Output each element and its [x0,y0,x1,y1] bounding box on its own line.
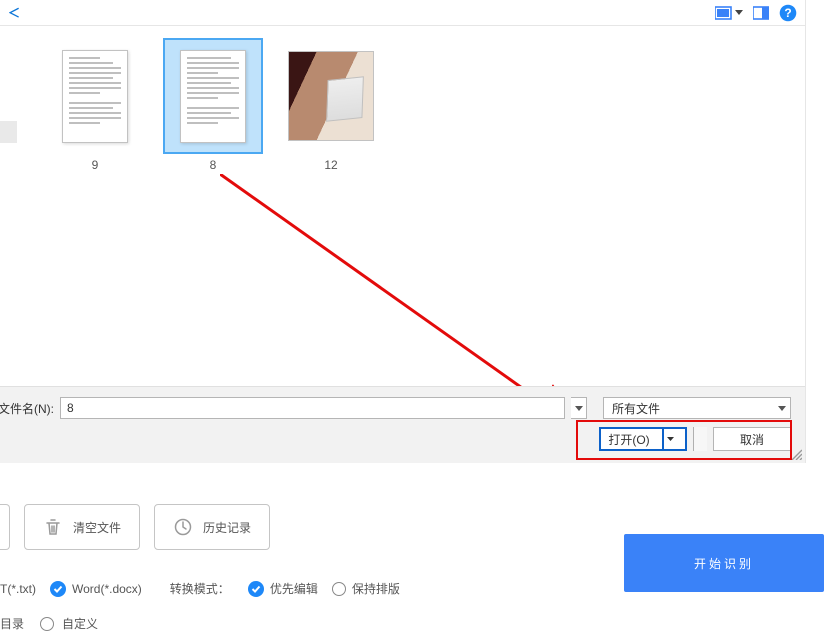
file-open-dialog: ＜ ? [0,0,806,463]
document-icon [180,50,246,143]
keep-layout-radio[interactable]: 保持排版 [332,580,400,597]
txt-option-label: T(*.txt) [0,582,36,596]
filetype-select[interactable]: 所有文件 [603,397,791,419]
file-thumbnail-selected[interactable]: 8 [165,40,261,172]
document-icon [62,50,128,143]
radio-icon [40,617,54,631]
clear-files-label: 清空文件 [73,519,121,536]
check-icon [248,581,264,597]
resize-grip-icon[interactable] [790,448,802,460]
history-button[interactable]: 历史记录 [154,504,270,550]
keep-layout-label: 保持排版 [352,580,400,597]
check-icon [50,581,66,597]
clear-files-button[interactable]: 清空文件 [24,504,140,550]
trash-icon [43,517,63,537]
file-thumbnail[interactable]: 12 [283,40,379,172]
thumbnail-area: 9 8 12 [17,26,805,386]
open-button-label: 打开(O) [608,431,649,448]
thumbnail-label: 9 [47,158,143,172]
nav-pane-stub [0,121,17,143]
filename-dropdown-icon[interactable] [571,397,587,419]
app-panel: 清空文件 历史记录 T(*.txt) Word(*.docx) 转换模式： 优先… [0,482,834,632]
panel-edge [0,504,10,550]
word-checkbox[interactable]: Word(*.docx) [50,581,142,597]
radio-icon [332,582,346,596]
dialog-toolbar: ＜ ? [0,0,805,26]
preview-pane-icon[interactable] [753,6,769,20]
directory-label: 目录 [0,615,24,632]
open-split-dropdown[interactable] [662,429,678,449]
thumbnail-label: 12 [283,158,379,172]
filetype-value: 所有文件 [612,400,660,417]
prefer-edit-label: 优先编辑 [270,580,318,597]
cancel-button-label: 取消 [740,431,764,448]
clock-icon [173,517,193,537]
start-recognition-button[interactable]: 开始识别 [624,534,824,592]
custom-radio[interactable]: 自定义 [40,615,98,632]
cancel-button[interactable]: 取消 [713,427,791,451]
history-label: 历史记录 [203,519,251,536]
chevron-down-icon [778,406,786,411]
thumbnail-label: 8 [165,158,261,172]
convert-mode-label: 转换模式： [170,580,230,597]
file-thumbnail[interactable]: 9 [47,40,143,172]
word-option-label: Word(*.docx) [72,582,142,596]
help-icon[interactable]: ? [779,4,797,22]
filename-label: 文件名(N): [0,400,54,417]
dialog-body: 9 8 12 [0,26,805,386]
custom-label: 自定义 [62,615,98,632]
start-recognition-label: 开始识别 [694,555,754,572]
filename-input[interactable] [60,397,565,419]
prefer-edit-checkbox[interactable]: 优先编辑 [248,580,318,597]
svg-text:?: ? [784,6,791,20]
photo-icon [288,51,374,141]
dialog-footer: 文件名(N): 所有文件 打开(O) 取消 [0,386,805,463]
open-button[interactable]: 打开(O) [599,427,687,451]
button-separator [693,427,707,451]
dialog-title-glyph: ＜ [8,4,20,21]
view-mode-dropdown-icon[interactable] [715,6,743,20]
